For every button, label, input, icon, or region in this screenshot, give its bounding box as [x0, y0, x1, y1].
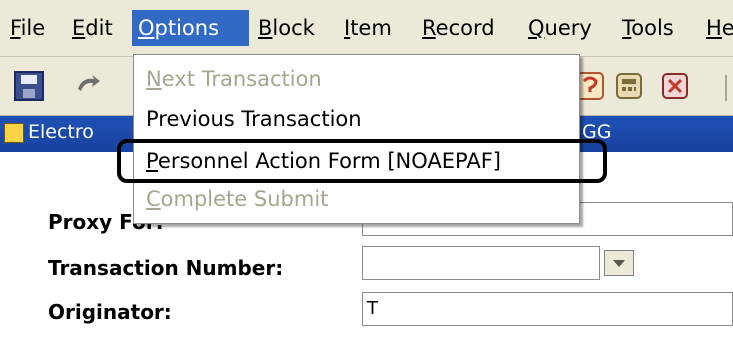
menu-record[interactable]: Record [416, 10, 501, 46]
menu-option-next-transaction[interactable]: Next Transaction [146, 67, 322, 91]
transaction-lov-button[interactable] [604, 250, 634, 276]
originator-field[interactable]: T [362, 292, 733, 326]
transaction-number-field[interactable] [362, 246, 600, 280]
save-icon[interactable] [14, 71, 44, 101]
window-title: Electro [28, 121, 94, 143]
menu-option-personnel-action-form[interactable]: Personnel Action Form [NOAEPAF] [146, 149, 501, 173]
options-dropdown-menu: Next Transaction Previous Transaction Pe… [133, 54, 580, 224]
menu-help[interactable]: He [700, 10, 733, 46]
transaction-number-label: Transaction Number: [48, 256, 284, 280]
menu-file[interactable]: File [4, 10, 51, 46]
exit-icon[interactable] [660, 71, 690, 101]
menu-item[interactable]: Item [338, 10, 398, 46]
menu-edit[interactable]: Edit [66, 10, 119, 46]
toolbar-separator [725, 75, 727, 101]
menu-options[interactable]: Options [132, 10, 249, 46]
originator-label: Originator: [48, 300, 172, 324]
window-icon [4, 123, 24, 143]
menu-tools[interactable]: Tools [616, 10, 680, 46]
menu-option-complete-submit[interactable]: Complete Submit [146, 187, 328, 211]
menu-bar: File Edit Options Block Item Record Quer… [0, 0, 733, 57]
rollback-icon[interactable] [72, 71, 102, 101]
calculator-icon[interactable] [614, 71, 644, 101]
menu-block[interactable]: Block [252, 10, 321, 46]
menu-option-previous-transaction[interactable]: Previous Transaction [146, 107, 362, 131]
menu-query[interactable]: Query [522, 10, 598, 46]
window-title-right: GG [582, 121, 612, 143]
